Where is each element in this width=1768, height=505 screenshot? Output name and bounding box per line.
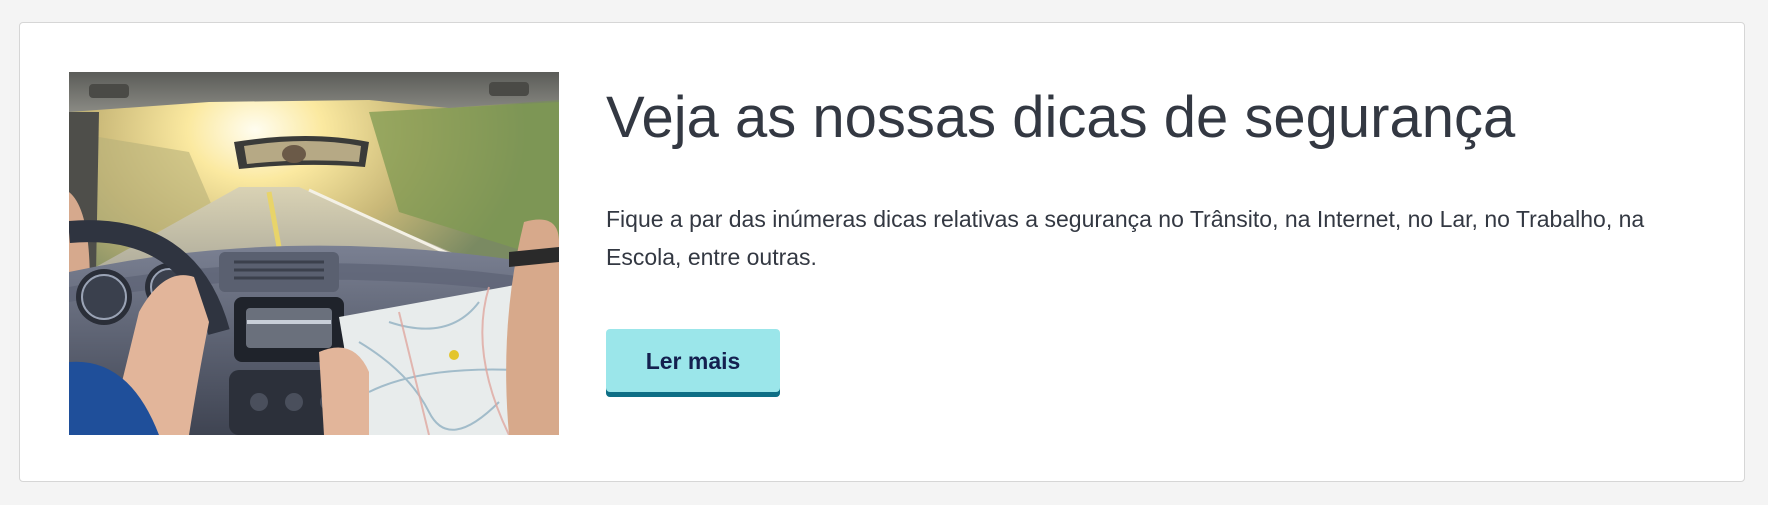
promo-card: Veja as nossas dicas de segurança Fique … (19, 22, 1745, 482)
promo-content: Veja as nossas dicas de segurança Fique … (606, 83, 1716, 276)
read-more-button[interactable]: Ler mais (606, 329, 780, 397)
promo-description: Fique a par das inúmeras dicas relativas… (606, 205, 1645, 270)
car-interior-photo (69, 72, 559, 435)
promo-title: Veja as nossas dicas de segurança (606, 85, 1516, 150)
